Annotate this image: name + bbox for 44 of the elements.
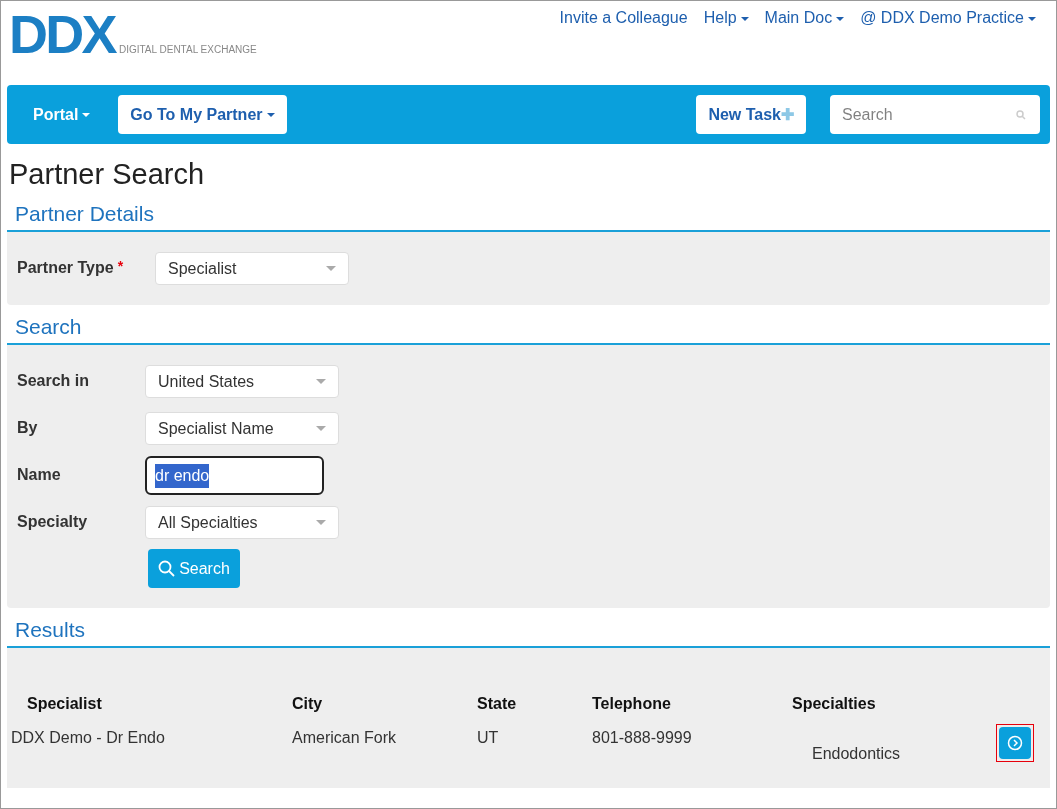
table-cell: DDX Demo - Dr Endo [11, 729, 165, 746]
table-cell: American Fork [292, 729, 397, 746]
select-field[interactable]: United States [145, 365, 339, 398]
column-header: State [477, 695, 517, 712]
top-link[interactable]: @ DDX Demo Practice [860, 6, 1036, 26]
search-icon [1016, 110, 1026, 120]
column-header: Telephone [592, 695, 671, 712]
name-field[interactable]: dr endo [145, 456, 324, 495]
caret-icon [266, 113, 275, 118]
search-field[interactable]: Search [830, 95, 1040, 134]
select-field[interactable]: Specialist [155, 252, 349, 285]
section-heading: Results [14, 617, 87, 643]
play-circle-icon [1007, 735, 1023, 751]
dropdown-arrow-icon [326, 266, 336, 271]
field-label: Specialty [17, 512, 89, 532]
field-label: Name [17, 465, 62, 485]
table-cell: Endodontics [812, 745, 901, 762]
field-label: By [17, 418, 39, 438]
dropdown-arrow-icon [316, 426, 326, 431]
dropdown-arrow-icon [316, 520, 326, 525]
section-heading: Partner Details [14, 201, 155, 227]
field-label: Partner Type [17, 258, 114, 278]
column-header: Specialist [27, 695, 102, 712]
select-field[interactable]: All Specialties [145, 506, 339, 539]
field-label: Search in [17, 371, 91, 391]
logo-tagline: DIGITAL DENTAL EXCHANGE [118, 43, 257, 57]
field-value: dr endo [155, 463, 210, 488]
search-icon [158, 560, 176, 577]
column-header: Specialties [792, 695, 876, 712]
required-mark: * [117, 257, 124, 276]
table-cell: 801-888-9999 [592, 729, 692, 746]
new-task-button[interactable]: New Task✚ [696, 95, 806, 134]
table-cell: UT [477, 729, 499, 746]
column-header: City [292, 695, 323, 712]
top-link[interactable]: Main Doc [764, 6, 845, 26]
partner-menu[interactable]: Go To My Partner [118, 95, 287, 134]
caret-icon [82, 113, 91, 118]
logo-icon: DDX [9, 7, 115, 61]
select-field[interactable]: Specialist Name [145, 412, 339, 445]
top-link[interactable]: Invite a Colleague [559, 6, 688, 26]
dropdown-arrow-icon [316, 379, 326, 384]
top-link[interactable]: Help [703, 6, 749, 26]
page-title: Partner Search [8, 157, 206, 192]
section-heading: Search [14, 314, 83, 340]
